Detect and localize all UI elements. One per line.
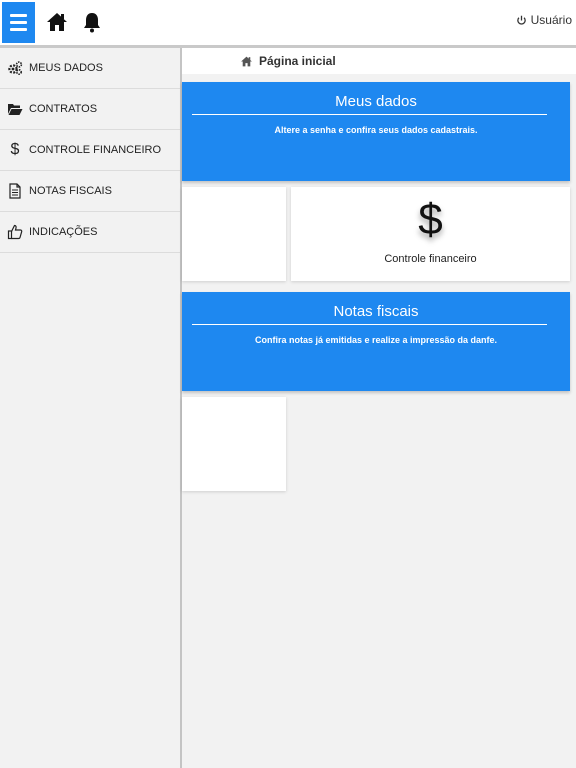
dollar-icon: $	[418, 195, 443, 244]
sidebar-item-controle-financeiro[interactable]: $ CONTROLE FINANCEIRO	[0, 130, 180, 171]
document-icon	[7, 183, 23, 199]
title-divider	[192, 324, 547, 325]
home-icon[interactable]	[45, 10, 69, 34]
sidebar-item-notas-fiscais[interactable]: NOTAS FISCAIS	[0, 171, 180, 212]
sidebar-item-meus-dados[interactable]: MEUS DADOS	[0, 48, 180, 89]
sidebar-item-label: CONTRATOS	[29, 103, 98, 115]
breadcrumb-label: Página inicial	[259, 54, 336, 68]
card-label: Controle financeiro	[384, 253, 477, 265]
sidebar-item-label: CONTROLE FINANCEIRO	[29, 144, 162, 156]
home-icon	[241, 56, 252, 66]
blank-card[interactable]	[182, 397, 286, 491]
sidebar-item-contratos[interactable]: CONTRATOS	[0, 89, 180, 130]
power-icon	[516, 15, 526, 25]
section-description: Confira notas já emitidas e realize a im…	[254, 335, 498, 345]
notas-fiscais-banner[interactable]: Notas fiscais Confira notas já emitidas …	[182, 292, 570, 391]
folder-open-icon	[7, 101, 23, 117]
title-divider	[192, 114, 547, 115]
section-title: Meus dados	[335, 93, 417, 110]
hamburger-line	[10, 28, 27, 31]
controle-financeiro-card[interactable]: $ Controle financeiro	[291, 187, 570, 281]
bell-icon[interactable]	[80, 10, 104, 34]
blank-card[interactable]	[182, 187, 286, 281]
meus-dados-banner[interactable]: Meus dados Altere a senha e confira seus…	[182, 82, 570, 181]
sidebar: MEUS DADOS CONTRATOS $ CONTROLE FINANCEI…	[0, 48, 180, 768]
user-label: Usuário	[530, 13, 572, 27]
hamburger-icon[interactable]	[2, 2, 35, 43]
sidebar-item-label: INDICAÇÕES	[29, 226, 98, 238]
sidebar-item-label: NOTAS FISCAIS	[29, 185, 112, 197]
top-bar: Usuário	[0, 0, 576, 45]
user-menu-link[interactable]: Usuário	[516, 13, 572, 27]
section-description: Altere a senha e confira seus dados cada…	[274, 125, 478, 135]
sidebar-item-label: MEUS DADOS	[29, 62, 103, 74]
section-title: Notas fiscais	[333, 303, 419, 320]
sidebar-item-indicacoes[interactable]: INDICAÇÕES	[0, 212, 180, 253]
hamburger-line	[10, 21, 27, 24]
hamburger-line	[10, 14, 27, 17]
breadcrumb: Página inicial	[182, 48, 576, 74]
dollar-icon: $	[10, 141, 20, 158]
gears-icon	[7, 60, 23, 76]
thumbs-up-icon	[7, 224, 23, 240]
